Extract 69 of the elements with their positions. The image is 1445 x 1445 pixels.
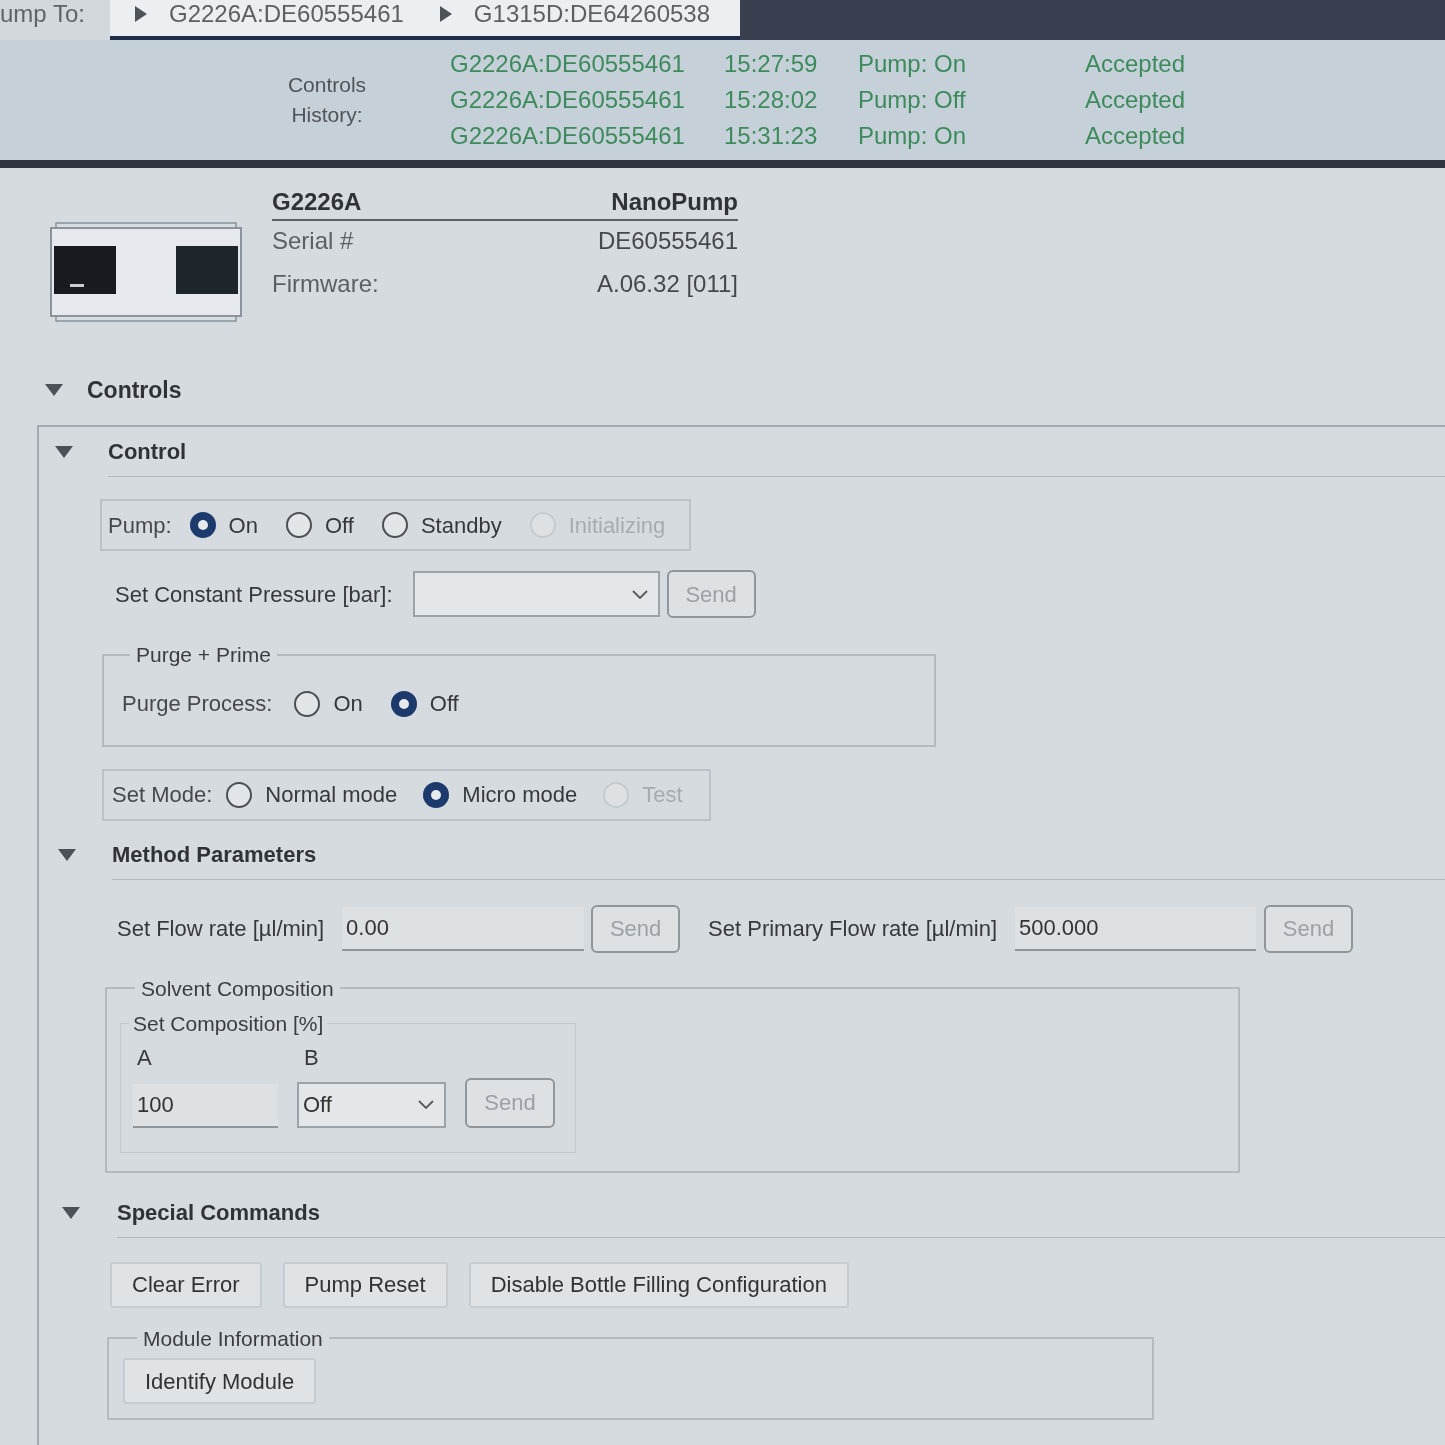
info-value: DE60555461 (597, 226, 738, 256)
section-title: Control (108, 438, 187, 466)
radio-label: Standby (420, 511, 502, 540)
group-title: Solvent Composition (140, 975, 335, 1002)
history-time: 15:31:23 (724, 121, 819, 151)
caret-down-icon[interactable] (45, 384, 63, 396)
section-title: Controls (87, 375, 182, 405)
section-title: Special Commands (117, 1198, 320, 1227)
command-button[interactable]: Pump Reset (282, 1261, 448, 1308)
caret-down-icon[interactable] (55, 446, 73, 458)
group-label: Set Mode: (112, 781, 213, 809)
radio-button[interactable] (381, 512, 408, 538)
dropdown-value: Off (303, 1091, 332, 1119)
radio-label: On (228, 511, 258, 540)
radio-button[interactable] (285, 512, 312, 538)
column-label: A (136, 1043, 153, 1072)
composition-a-field[interactable]: 100 (133, 1083, 278, 1128)
radio-button[interactable] (226, 781, 253, 808)
model-number: G2226A (272, 187, 362, 217)
history-status: Accepted (1085, 49, 1186, 79)
command-button[interactable]: Clear Error (110, 1261, 262, 1308)
caret-right-icon (439, 6, 452, 22)
radio-button[interactable] (189, 512, 216, 538)
caret-right-icon (135, 6, 147, 22)
history-time: 15:27:59 (724, 49, 819, 79)
radio-label: Normal mode (265, 781, 398, 809)
history-status: Accepted (1085, 85, 1186, 115)
group-title: Set Composition [%] (132, 1011, 325, 1037)
group-title: Module Information (142, 1325, 324, 1352)
primary-flow-rate-label: Set Primary Flow rate [µl/min] (708, 915, 998, 943)
history-module: G2226A:DE60555461 (450, 121, 686, 151)
caret-down-icon[interactable] (62, 1206, 80, 1219)
flow-rate-label: Set Flow rate [µl/min] (117, 915, 325, 943)
radio-button[interactable] (390, 690, 417, 717)
info-label: Firmware: (272, 269, 379, 299)
history-action: Pump: On (858, 121, 968, 151)
command-button[interactable]: Disable Bottle Filling Configuration (468, 1261, 849, 1308)
jump-to-label: ump To: (0, 0, 110, 40)
column-label: B (303, 1043, 320, 1072)
history-action: Pump: Off (858, 85, 967, 115)
tab[interactable]: G2226A:DE60555461 (135, 0, 404, 28)
pressure-label: Set Constant Pressure [bar]: (115, 580, 393, 609)
group-label: Pump: (108, 511, 172, 540)
command-button[interactable]: Identify Module (123, 1358, 317, 1404)
info-value: A.06.32 [011] (597, 269, 738, 299)
tab[interactable]: G1315D:DE64260538 (439, 0, 711, 28)
group-title: Purge + Prime (135, 642, 272, 668)
chevron-down-icon (631, 589, 648, 599)
radio-label: Off (324, 511, 354, 540)
radio-button[interactable] (423, 781, 450, 808)
history-module: G2226A:DE60555461 (450, 85, 686, 115)
history-module: G2226A:DE60555461 (450, 49, 686, 79)
composition-b-dropdown[interactable]: Off (297, 1081, 446, 1128)
info-label: Serial # (272, 226, 354, 256)
flow-rate-field[interactable]: 0.00 (342, 906, 585, 951)
section-title: Method Parameters (112, 840, 317, 869)
radio-label: Off (429, 690, 459, 718)
module-name: NanoPump (611, 187, 738, 217)
primary-flow-rate-field[interactable]: 500.000 (1015, 906, 1257, 951)
history-action: Pump: On (858, 49, 968, 79)
radio-button[interactable] (294, 690, 321, 717)
chevron-down-icon (418, 1100, 434, 1109)
history-label: Controls History: (286, 72, 368, 128)
history-status: Accepted (1085, 121, 1186, 151)
radio-label: Micro mode (462, 781, 578, 809)
history-time: 15:28:02 (724, 85, 819, 115)
group-label: Purge Process: (122, 690, 273, 718)
caret-down-icon[interactable] (58, 848, 76, 861)
radio-label: On (333, 690, 363, 718)
